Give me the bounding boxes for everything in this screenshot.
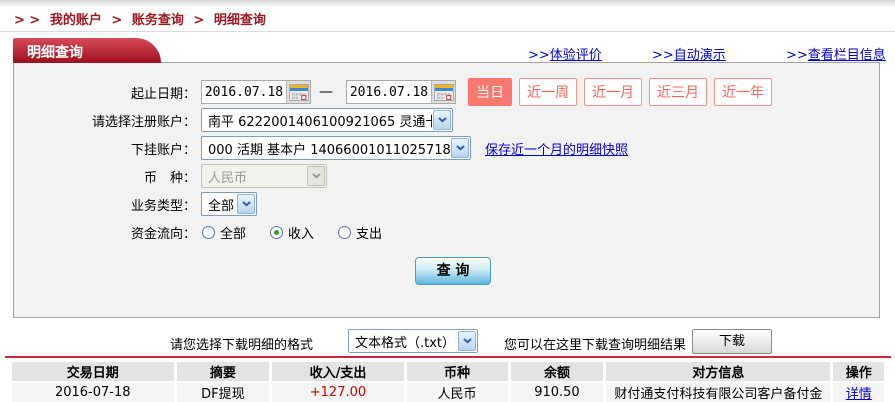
detail-link[interactable]: 详情 xyxy=(846,387,872,402)
quick-range-today-button[interactable]: 当日 xyxy=(468,78,512,106)
download-button[interactable]: 下载 xyxy=(692,329,772,354)
business-type-label: 业务类型： xyxy=(14,195,196,214)
chevron-down-icon[interactable] xyxy=(237,194,255,214)
download-format-select[interactable]: 文本格式（.txt） xyxy=(348,329,478,353)
cell-currency: 人民币 xyxy=(407,383,508,402)
link-label: 自动演示 xyxy=(674,48,726,63)
link-label: 查看栏目信息 xyxy=(808,48,886,63)
page-top-gradient xyxy=(0,0,895,6)
currency-select-disabled: 人民币 xyxy=(201,164,327,188)
auto-demo-link[interactable]: >>自动演示 xyxy=(652,44,726,63)
cell-balance: 910.50 xyxy=(511,383,604,402)
radio-label: 全部 xyxy=(220,223,246,242)
tab-detail-query[interactable]: 明细查询 xyxy=(13,38,161,63)
quick-range-week-button[interactable]: 近一周 xyxy=(519,78,577,106)
transaction-table: 交易日期 摘要 收入/支出 币种 余额 对方信息 操作 2016-07-18 D… xyxy=(9,360,887,402)
sub-account-label: 下挂账户： xyxy=(14,139,196,158)
currency-label: 币 种： xyxy=(14,167,196,186)
fund-flow-option-expense[interactable]: 支出 xyxy=(338,223,382,242)
save-monthly-snapshot-link[interactable]: 保存近一个月的明细快照 xyxy=(485,139,628,158)
cell-summary: DF提现 xyxy=(177,383,270,402)
col-header-action: 操作 xyxy=(833,362,884,381)
link-prefix: >> xyxy=(786,48,808,63)
table-top-rule xyxy=(5,356,891,358)
col-header-summary: 摘要 xyxy=(177,362,270,381)
date-range-row: 起止日期： 2016.07.18 — 2016.07.18 xyxy=(14,77,879,107)
experience-review-link[interactable]: >>体验评价 xyxy=(528,44,602,63)
quick-range-year-button[interactable]: 近一年 xyxy=(714,78,772,106)
col-header-currency: 币种 xyxy=(407,362,508,381)
fund-flow-row: 资金流向： 全部 收入 支出 xyxy=(14,219,879,245)
col-header-counterparty: 对方信息 xyxy=(606,362,830,381)
date-from-field[interactable]: 2016.07.18 xyxy=(201,80,311,104)
breadcrumb-prefix: > > xyxy=(14,13,40,28)
register-account-label: 请选择注册账户： xyxy=(14,111,196,130)
col-header-income-expense: 收入/支出 xyxy=(272,362,403,381)
link-prefix: >> xyxy=(528,48,550,63)
download-row: 请您选择下载明细的格式 文本格式（.txt） 您可以在这里下载查询明细结果 下载 xyxy=(0,329,895,355)
currency-row: 币 种： 人民币 xyxy=(14,163,879,189)
cell-amount: +127.00 xyxy=(272,383,403,402)
register-account-value: 南平 6222001406100921065 灵通卡 xyxy=(202,111,432,130)
chevron-down-icon[interactable] xyxy=(451,138,469,158)
sub-account-row: 下挂账户： 000 活期 基本户 1406600101102571848 保存近… xyxy=(14,135,879,161)
breadcrumb-separator: > xyxy=(111,13,122,28)
date-to-value[interactable]: 2016.07.18 xyxy=(347,85,431,100)
download-format-label: 请您选择下载明细的格式 xyxy=(170,334,313,353)
breadcrumb-divider xyxy=(0,31,895,32)
sub-account-value: 000 活期 基本户 1406600101102571848 xyxy=(202,139,450,158)
radio-label: 支出 xyxy=(356,223,382,242)
radio-checked-icon[interactable] xyxy=(270,226,283,239)
breadcrumb-item-detail-query[interactable]: 明细查询 xyxy=(214,13,266,28)
cell-trade-date: 2016-07-18 xyxy=(12,383,174,402)
tab-label: 明细查询 xyxy=(13,38,161,62)
link-prefix: >> xyxy=(652,48,674,63)
download-hint-text: 您可以在这里下载查询明细结果 xyxy=(504,334,686,353)
fund-flow-label: 资金流向： xyxy=(14,223,196,242)
cell-counterparty: 财付通支付科技有限公司客户备付金 xyxy=(606,383,830,402)
cell-action: 详情 xyxy=(833,383,884,402)
calendar-icon[interactable] xyxy=(286,81,310,103)
quick-range-month-button[interactable]: 近一月 xyxy=(584,78,642,106)
chevron-down-icon[interactable] xyxy=(433,110,451,130)
chevron-down-icon[interactable] xyxy=(458,331,476,351)
radio-label: 收入 xyxy=(288,223,314,242)
link-label: 体验评价 xyxy=(550,48,602,63)
table-row: 2016-07-18 DF提现 +127.00 人民币 910.50 财付通支付… xyxy=(12,383,884,402)
fund-flow-option-all[interactable]: 全部 xyxy=(202,223,246,242)
table-header-row: 交易日期 摘要 收入/支出 币种 余额 对方信息 操作 xyxy=(12,362,884,381)
currency-value: 人民币 xyxy=(202,167,306,186)
date-to-field[interactable]: 2016.07.18 xyxy=(346,80,456,104)
breadcrumb-item-my-account[interactable]: 我的账户 xyxy=(50,13,102,28)
breadcrumb-separator: > xyxy=(193,13,204,28)
breadcrumb: > > 我的账户 > 账务查询 > 明细查询 xyxy=(14,9,271,28)
view-column-info-link[interactable]: >>查看栏目信息 xyxy=(786,44,886,63)
breadcrumb-item-account-query[interactable]: 账务查询 xyxy=(132,13,184,28)
col-header-trade-date: 交易日期 xyxy=(12,362,174,381)
query-form-panel: 起止日期： 2016.07.18 — 2016.07.18 xyxy=(13,62,880,318)
calendar-icon[interactable] xyxy=(431,81,455,103)
sub-account-select[interactable]: 000 活期 基本户 1406600101102571848 xyxy=(201,136,471,160)
fund-flow-option-income[interactable]: 收入 xyxy=(270,223,314,242)
business-type-select[interactable]: 全部 xyxy=(201,192,257,216)
download-format-value: 文本格式（.txt） xyxy=(349,332,457,351)
business-type-row: 业务类型： 全部 xyxy=(14,191,879,217)
quick-range-quarter-button[interactable]: 近三月 xyxy=(649,78,707,106)
date-range-separator: — xyxy=(319,84,333,100)
col-header-balance: 余额 xyxy=(511,362,604,381)
register-account-select[interactable]: 南平 6222001406100921065 灵通卡 xyxy=(201,108,453,132)
chevron-down-icon xyxy=(307,166,325,186)
date-range-label: 起止日期： xyxy=(14,83,196,102)
business-type-value: 全部 xyxy=(202,195,236,214)
radio-unchecked-icon[interactable] xyxy=(202,226,215,239)
date-from-value[interactable]: 2016.07.18 xyxy=(202,85,286,100)
register-account-row: 请选择注册账户： 南平 6222001406100921065 灵通卡 xyxy=(14,107,879,133)
detail-query-page: > > 我的账户 > 账务查询 > 明细查询 明细查询 >>体验评价 >>自动演… xyxy=(0,0,895,402)
query-button[interactable]: 查 询 xyxy=(415,257,491,285)
radio-unchecked-icon[interactable] xyxy=(338,226,351,239)
